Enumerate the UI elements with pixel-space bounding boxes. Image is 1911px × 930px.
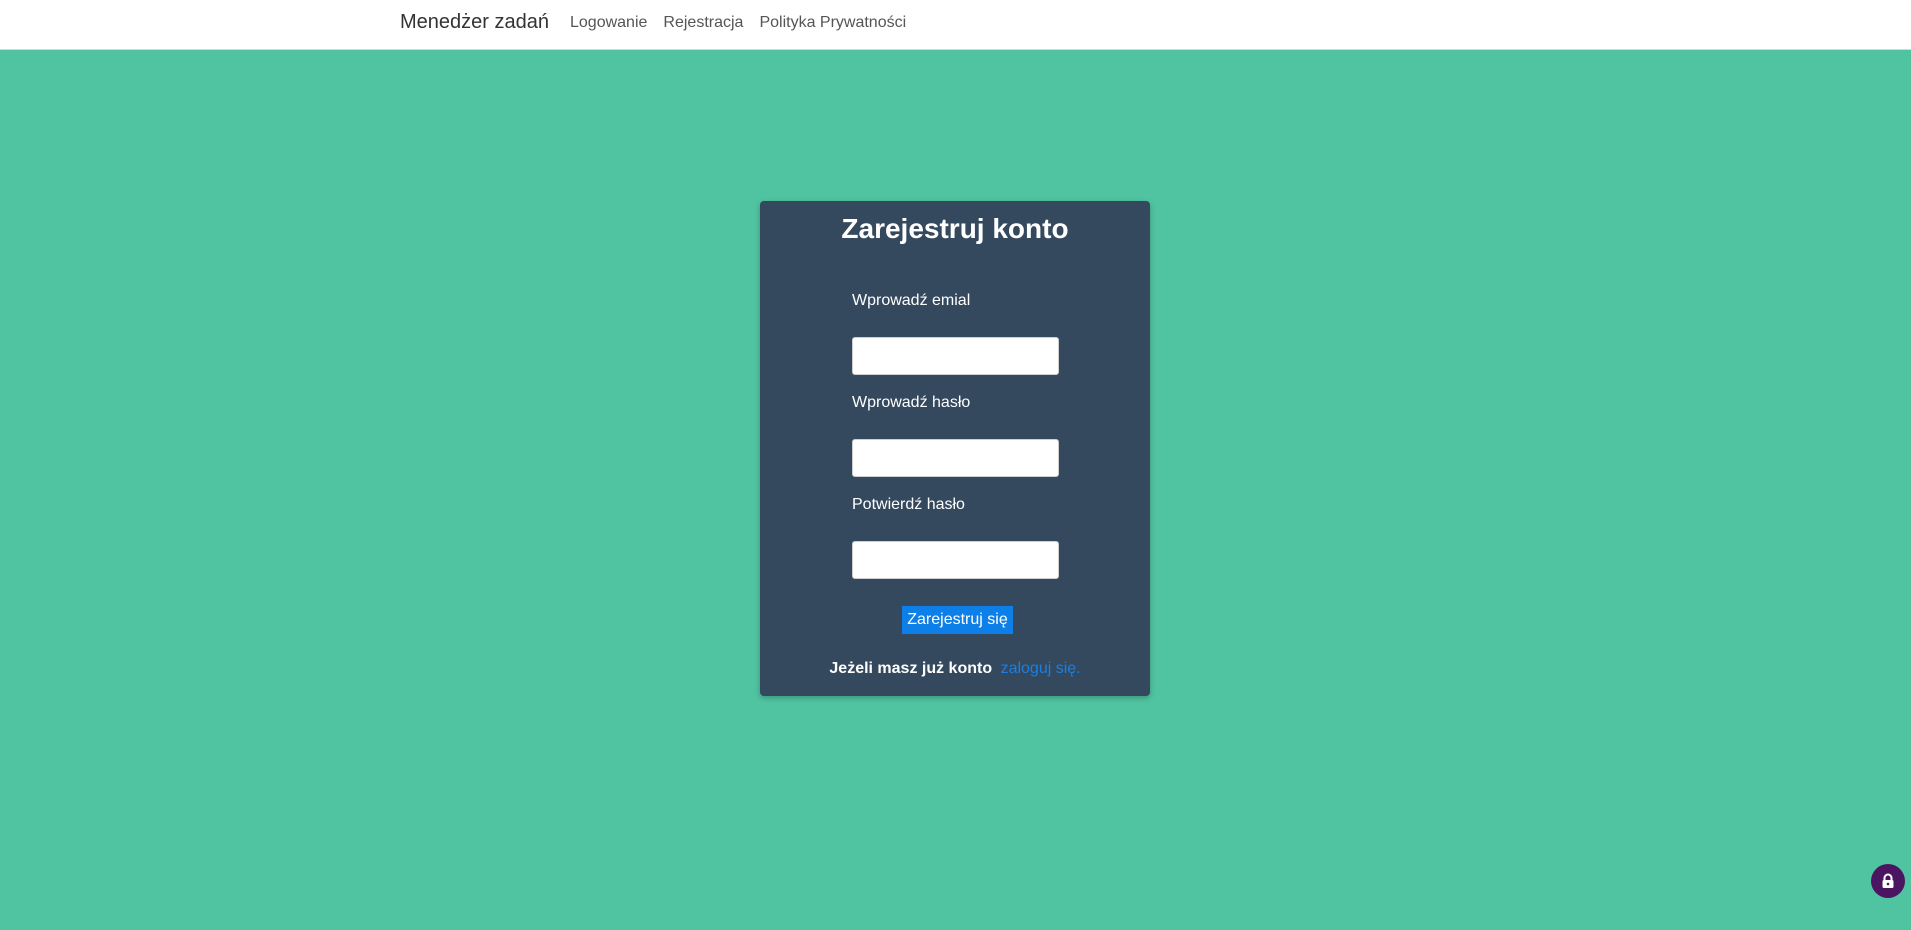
nav-link-login[interactable]: Logowanie bbox=[570, 14, 647, 32]
login-prompt: Jeżeli masz już konto zaloguj się. bbox=[760, 660, 1150, 678]
login-link[interactable]: zaloguj się. bbox=[1001, 660, 1081, 677]
login-prompt-text: Jeżeli masz już konto bbox=[829, 660, 993, 677]
confirm-password-label: Potwierdź hasło bbox=[852, 496, 965, 513]
password-field[interactable] bbox=[852, 439, 1059, 477]
confirm-password-field[interactable] bbox=[852, 541, 1059, 579]
email-field[interactable] bbox=[852, 337, 1059, 375]
nav-link-privacy-policy[interactable]: Polityka Prywatności bbox=[759, 14, 906, 32]
email-label: Wprowadź emial bbox=[852, 292, 971, 309]
nav-links: Logowanie Rejestracja Polityka Prywatnoś… bbox=[570, 14, 906, 32]
lock-icon bbox=[1882, 873, 1894, 888]
register-button[interactable]: Zarejestruj się bbox=[902, 606, 1013, 634]
password-label: Wprowadź hasło bbox=[852, 394, 971, 411]
top-navbar: Menedżer zadań Logowanie Rejestracja Pol… bbox=[0, 0, 1911, 50]
nav-link-register[interactable]: Rejestracja bbox=[663, 14, 743, 32]
privacy-badge-button[interactable] bbox=[1871, 864, 1905, 898]
brand-link[interactable]: Menedżer zadań bbox=[400, 11, 549, 34]
register-card: Zarejestruj konto Wprowadź emial Wprowad… bbox=[760, 201, 1150, 696]
form-title: Zarejestruj konto bbox=[841, 213, 1069, 244]
